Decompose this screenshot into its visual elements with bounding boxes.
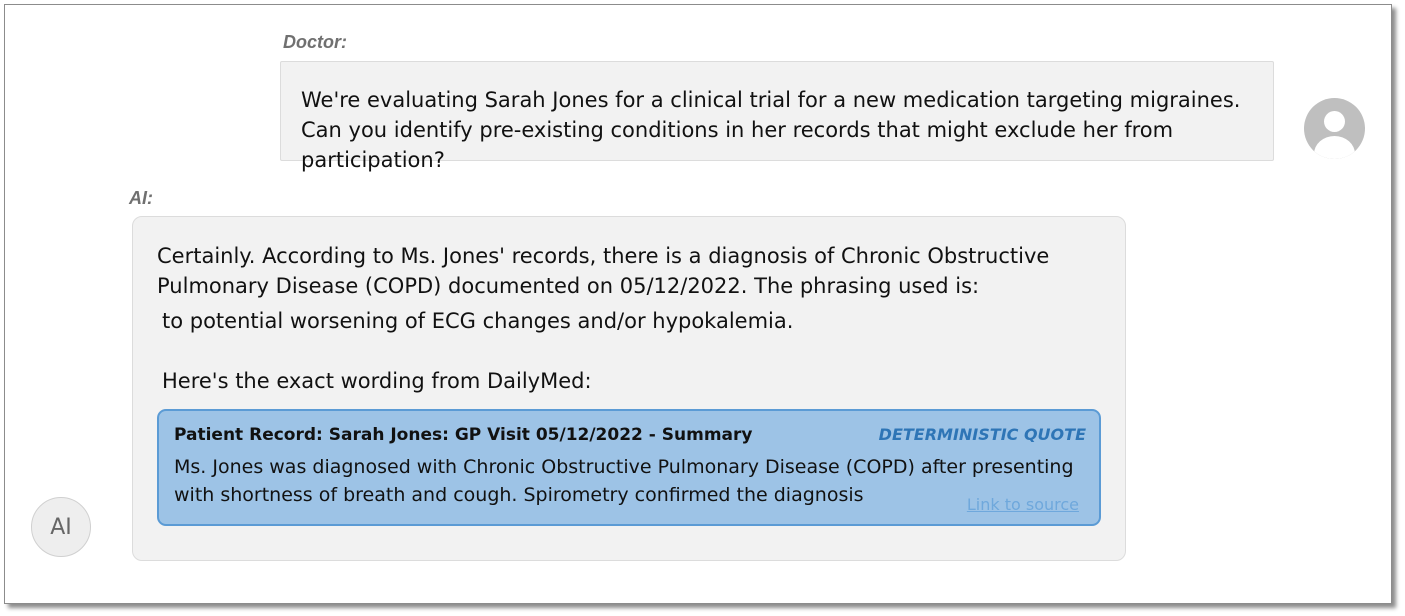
deterministic-quote-card: Patient Record: Sarah Jones: GP Visit 05… <box>157 409 1101 526</box>
ai-intro-text: Certainly. According to Ms. Jones' recor… <box>157 244 1050 298</box>
user-avatar-icon <box>1304 98 1365 159</box>
ai-avatar: AI <box>31 497 91 557</box>
avatar-body-shape <box>1314 136 1355 159</box>
ai-message-bubble: Certainly. According to Ms. Jones' recor… <box>132 216 1126 561</box>
ai-speaker-label: AI: <box>129 188 153 208</box>
quote-title: Patient Record: Sarah Jones: GP Visit 05… <box>174 425 753 445</box>
ai-phrase-text: to potential worsening of ECG changes an… <box>162 309 794 333</box>
avatar-head-shape <box>1324 111 1345 132</box>
doctor-speaker-label: Doctor: <box>283 32 347 52</box>
ai-wording-intro: Here's the exact wording from DailyMed: <box>162 369 592 393</box>
ai-avatar-label: AI <box>50 514 72 540</box>
chat-window: Doctor: We're evaluating Sarah Jones for… <box>4 4 1392 604</box>
doctor-message-bubble: We're evaluating Sarah Jones for a clini… <box>280 61 1274 172</box>
quote-text: Ms. Jones was diagnosed with Chronic Obs… <box>174 456 1074 506</box>
doctor-message-text: We're evaluating Sarah Jones for a clini… <box>301 88 1241 172</box>
link-to-source[interactable]: Link to source <box>967 495 1079 514</box>
quote-type-badge: DETERMINISTIC QUOTE <box>878 425 1086 444</box>
